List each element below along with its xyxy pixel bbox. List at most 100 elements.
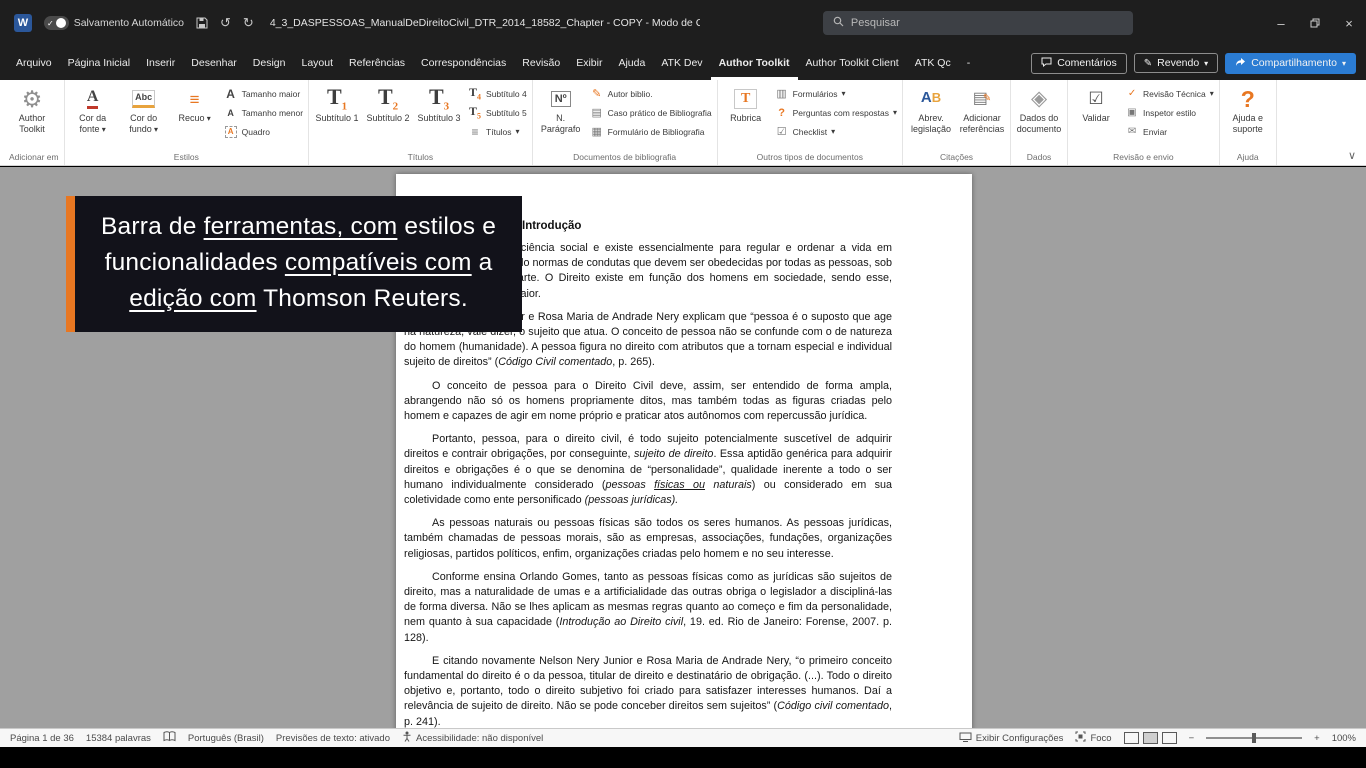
tab-layout[interactable]: Layout	[293, 46, 341, 80]
ribbon-tab-row: Arquivo Página Inicial Inserir Desenhar Desi…	[0, 46, 1366, 80]
ribbon-button-tamanho-maior[interactable]: A Tamanho maior	[224, 86, 303, 101]
ribbon-button-checklist[interactable]: ☑ Checklist ▾	[775, 124, 897, 139]
save-icon[interactable]	[196, 17, 208, 29]
button-label: Perguntas com respostas	[792, 107, 890, 118]
status-item-proofing-book-icon[interactable]	[163, 731, 176, 745]
tab-dash[interactable]: -	[959, 46, 979, 80]
ribbon-button-caso-pratico-de-bibliografia[interactable]: ▤ Caso prático de Bibliografia	[590, 105, 711, 120]
document-heading: Introdução	[522, 220, 582, 232]
status-item-portugues-brasil[interactable]: Português (Brasil)	[188, 733, 264, 744]
tab-author-toolkit[interactable]: Author Toolkit	[711, 46, 798, 80]
button-label: Subtítulo 5	[486, 107, 527, 118]
ribbon-button-subtitulo-1[interactable]: T1 Subtítulo 1	[312, 83, 362, 126]
tab-referencias[interactable]: Referências	[341, 46, 413, 80]
status-item-pagina-1-de-36[interactable]: Página 1 de 36	[10, 733, 74, 744]
search-input[interactable]: Pesquisar	[822, 11, 1133, 35]
status-item-previsoes-de-texto-ativado[interactable]: Previsões de texto: ativado	[276, 733, 390, 744]
zoom-in-icon[interactable]: +	[1314, 733, 1320, 744]
t5-icon: T5	[469, 103, 482, 121]
tab-correspondencias[interactable]: Correspondências	[413, 46, 514, 80]
ribbon-button-ajuda-e-suporte[interactable]: ? Ajuda e suporte	[1223, 83, 1273, 136]
ribbon-button-validar[interactable]: ☑ Validar	[1071, 83, 1121, 126]
status-item-acessibilidade-nao-disponivel[interactable]: Acessibilidade: não disponível	[402, 731, 543, 745]
callout-line: Barra de ferramentas, com estilos e	[101, 213, 497, 240]
reviewing-button[interactable]: ✎ Revendo ▾	[1133, 53, 1219, 73]
status-item-foco[interactable]: Foco	[1075, 731, 1112, 745]
redo-icon[interactable]: ↻	[243, 15, 254, 31]
ribbon-button-abrev-legislacao[interactable]: AB Abrev. legislação	[906, 83, 956, 136]
ribbon-button-subtitulo-4[interactable]: T4 Subtítulo 4	[468, 86, 527, 101]
read-mode-icon[interactable]	[1123, 732, 1139, 744]
ribbon-button-autor-biblio[interactable]: ✎ Autor biblio.	[590, 86, 712, 101]
ribbon-group-label: Ajuda	[1236, 152, 1259, 162]
tab-author-toolkit-client[interactable]: Author Toolkit Client	[798, 46, 907, 80]
ribbon-button-revisao-tecnica[interactable]: ✓ Revisão Técnica ▾	[1125, 86, 1214, 101]
ribbon-button-adicionar-referencias[interactable]: ▤ ✎ Adicionar referências	[957, 83, 1007, 136]
status-item-exibir-configuracoes[interactable]: Exibir Configurações	[959, 732, 1063, 745]
zoom-level[interactable]: 100%	[1332, 733, 1356, 744]
callout-box: Barra de ferramentas, com estilos e funci…	[75, 196, 523, 332]
fill-color-icon: Abc	[132, 85, 156, 113]
tab-pagina-inicial[interactable]: Página Inicial	[60, 46, 138, 80]
print-layout-icon[interactable]	[1142, 732, 1158, 744]
web-layout-icon[interactable]	[1161, 732, 1177, 744]
minimize-icon[interactable]: –	[1264, 0, 1298, 46]
close-icon[interactable]: ×	[1332, 0, 1366, 46]
tab-ajuda[interactable]: Ajuda	[610, 46, 653, 80]
tab-revisao[interactable]: Revisão	[514, 46, 568, 80]
restore-icon[interactable]	[1298, 0, 1332, 46]
tab-arquivo[interactable]: Arquivo	[8, 46, 60, 80]
ribbon-button-quadro[interactable]: A Quadro	[224, 124, 303, 139]
ribbon-button-tamanho-menor[interactable]: A Tamanho menor	[224, 105, 303, 120]
ribbon-button-rubrica[interactable]: T Rubrica	[721, 83, 771, 126]
tab-atk-qc[interactable]: ATK Qc	[907, 46, 959, 80]
collapse-ribbon-icon[interactable]: ∨	[1348, 149, 1356, 162]
tab-desenhar[interactable]: Desenhar	[183, 46, 245, 80]
chevron-down-icon: ▾	[204, 114, 211, 123]
status-label: 15384 palavras	[85, 732, 151, 744]
zoom-slider[interactable]	[1206, 733, 1303, 743]
add-references-icon: ▤ ✎	[972, 89, 992, 107]
button-label: Revisão Técnica	[1143, 88, 1206, 99]
autosave-toggle[interactable]: ✓ Salvamento Automático	[44, 16, 184, 30]
tab-atk-dev[interactable]: ATK Dev	[653, 46, 710, 80]
chevron-down-icon: ▾	[515, 127, 520, 136]
ribbon-button-subtitulo-2[interactable]: T2 Subtítulo 2	[363, 83, 413, 126]
button-label: Abrev. legislação	[911, 113, 952, 134]
comments-button[interactable]: Comentários	[1031, 52, 1127, 74]
abbrev-law-icon: AB	[920, 89, 942, 107]
ribbon-button-cor-do-fundo[interactable]: Abc Cor do fundo ▾	[119, 83, 169, 137]
tab-exibir[interactable]: Exibir	[568, 46, 610, 80]
ribbon-button-titulos[interactable]: ≡ Títulos ▾	[468, 124, 527, 139]
document-paragraph: E citando novamente Nelson Nery Junior e…	[404, 654, 892, 728]
ribbon-button-formularios[interactable]: ▥ Formulários ▾	[775, 86, 897, 101]
ribbon-button-formulario-de-bibliografia[interactable]: ▦ Formulário de Bibliografia	[590, 124, 712, 139]
ribbon-group-label: Documentos de bibliografia	[573, 152, 677, 162]
status-item-15384-palavras[interactable]: 15384 palavras	[86, 733, 151, 744]
ribbon-button-perguntas-com-respostas[interactable]: ? Perguntas com respostas ▾	[775, 105, 897, 120]
search-placeholder: Pesquisar	[850, 17, 900, 29]
button-label: N. Parágrafo	[540, 113, 581, 134]
tab-design[interactable]: Design	[245, 46, 294, 80]
ribbon-group-adicionar-em: ⚙ Author Toolkit Adicionar em	[4, 80, 65, 165]
ribbon-button-dados-do-documento[interactable]: ◈ Dados do documento	[1014, 83, 1064, 136]
undo-icon[interactable]: ↺	[220, 15, 231, 31]
ribbon-button-inspetor-estilo[interactable]: ▣ Inspetor estilo	[1125, 105, 1214, 120]
ribbon-button-author-toolkit[interactable]: ⚙ Author Toolkit	[7, 83, 57, 136]
zoom-slider-handle[interactable]	[1252, 733, 1257, 743]
ribbon-button-recuo[interactable]: ≡ Recuo ▾	[170, 83, 220, 127]
share-button[interactable]: Compartilhamento ▾	[1225, 52, 1356, 74]
ribbon-group-label: Dados	[1026, 152, 1052, 162]
ribbon-button-cor-da-fonte[interactable]: A Cor da fonte ▾	[68, 83, 118, 137]
tab-inserir[interactable]: Inserir	[138, 46, 183, 80]
document-paragraph: O conceito de pessoa para o Direito Civi…	[404, 379, 892, 423]
ribbon-button-n-paragrafo[interactable]: Nº N. Parágrafo	[536, 83, 586, 136]
indent-icon: ≡	[189, 89, 200, 109]
ribbon-button-subtitulo-3[interactable]: T3 Subtítulo 3	[414, 83, 464, 126]
ribbon-group-label: Citações	[939, 152, 974, 162]
ribbon-button-subtitulo-5[interactable]: T5 Subtítulo 5	[468, 105, 527, 120]
chevron-down-icon: ▾	[841, 89, 846, 98]
search-icon	[833, 16, 844, 30]
ribbon-button-enviar[interactable]: ✉ Enviar	[1125, 124, 1214, 139]
zoom-out-icon[interactable]: −	[1189, 733, 1195, 744]
